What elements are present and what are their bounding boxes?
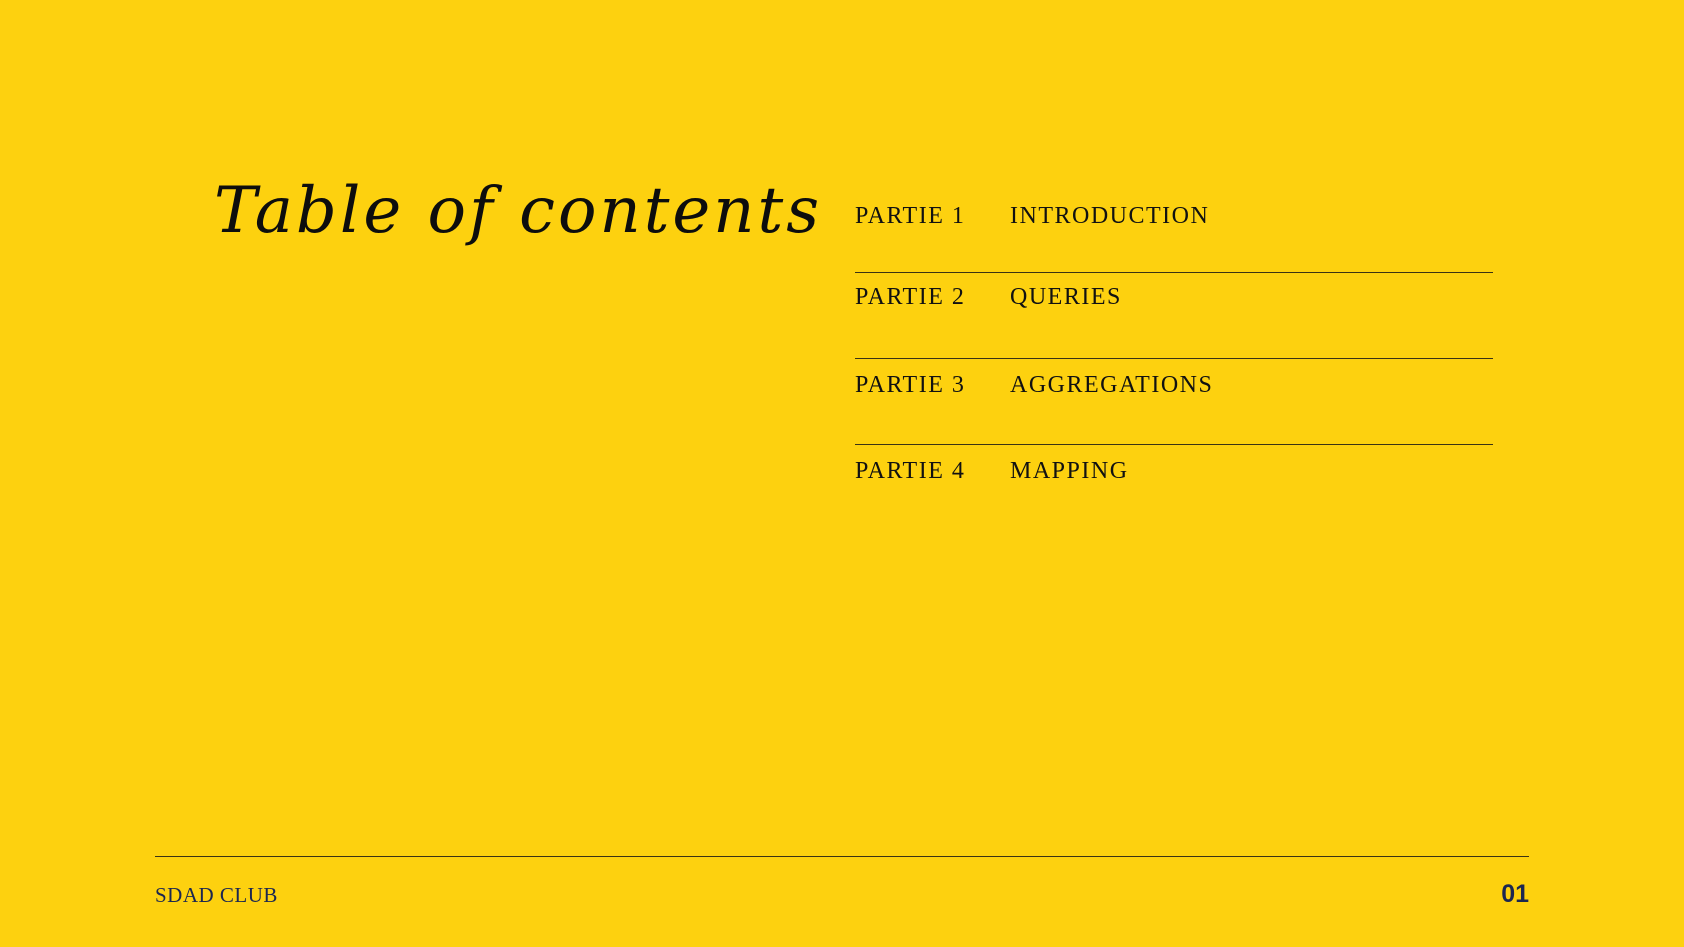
page-number: 01 (1501, 880, 1529, 908)
toc-divider (855, 444, 1493, 445)
toc-item-label: INTRODUCTION (1010, 202, 1210, 229)
footer-divider (155, 856, 1529, 857)
toc-divider (855, 358, 1493, 359)
toc-item-part: PARTIE 1 (855, 202, 966, 229)
toc-item-part: PARTIE 2 (855, 283, 966, 310)
slide: Table of contents PARTIE 1 INTRODUCTION … (0, 0, 1684, 947)
toc-item-4: PARTIE 4 MAPPING (855, 451, 1493, 491)
toc-item-2: PARTIE 2 QUERIES (855, 277, 1493, 317)
toc-item-part: PARTIE 3 (855, 371, 966, 398)
toc-item-part: PARTIE 4 (855, 457, 966, 484)
toc-item-3: PARTIE 3 AGGREGATIONS (855, 365, 1493, 405)
toc-divider (855, 272, 1493, 273)
toc-item-1: PARTIE 1 INTRODUCTION (855, 196, 1493, 236)
toc-item-label: QUERIES (1010, 283, 1122, 310)
footer-brand: SDAD CLUB (155, 883, 278, 907)
toc-item-label: AGGREGATIONS (1010, 371, 1214, 398)
toc-item-label: MAPPING (1010, 457, 1129, 484)
slide-title: Table of contents (214, 174, 823, 248)
